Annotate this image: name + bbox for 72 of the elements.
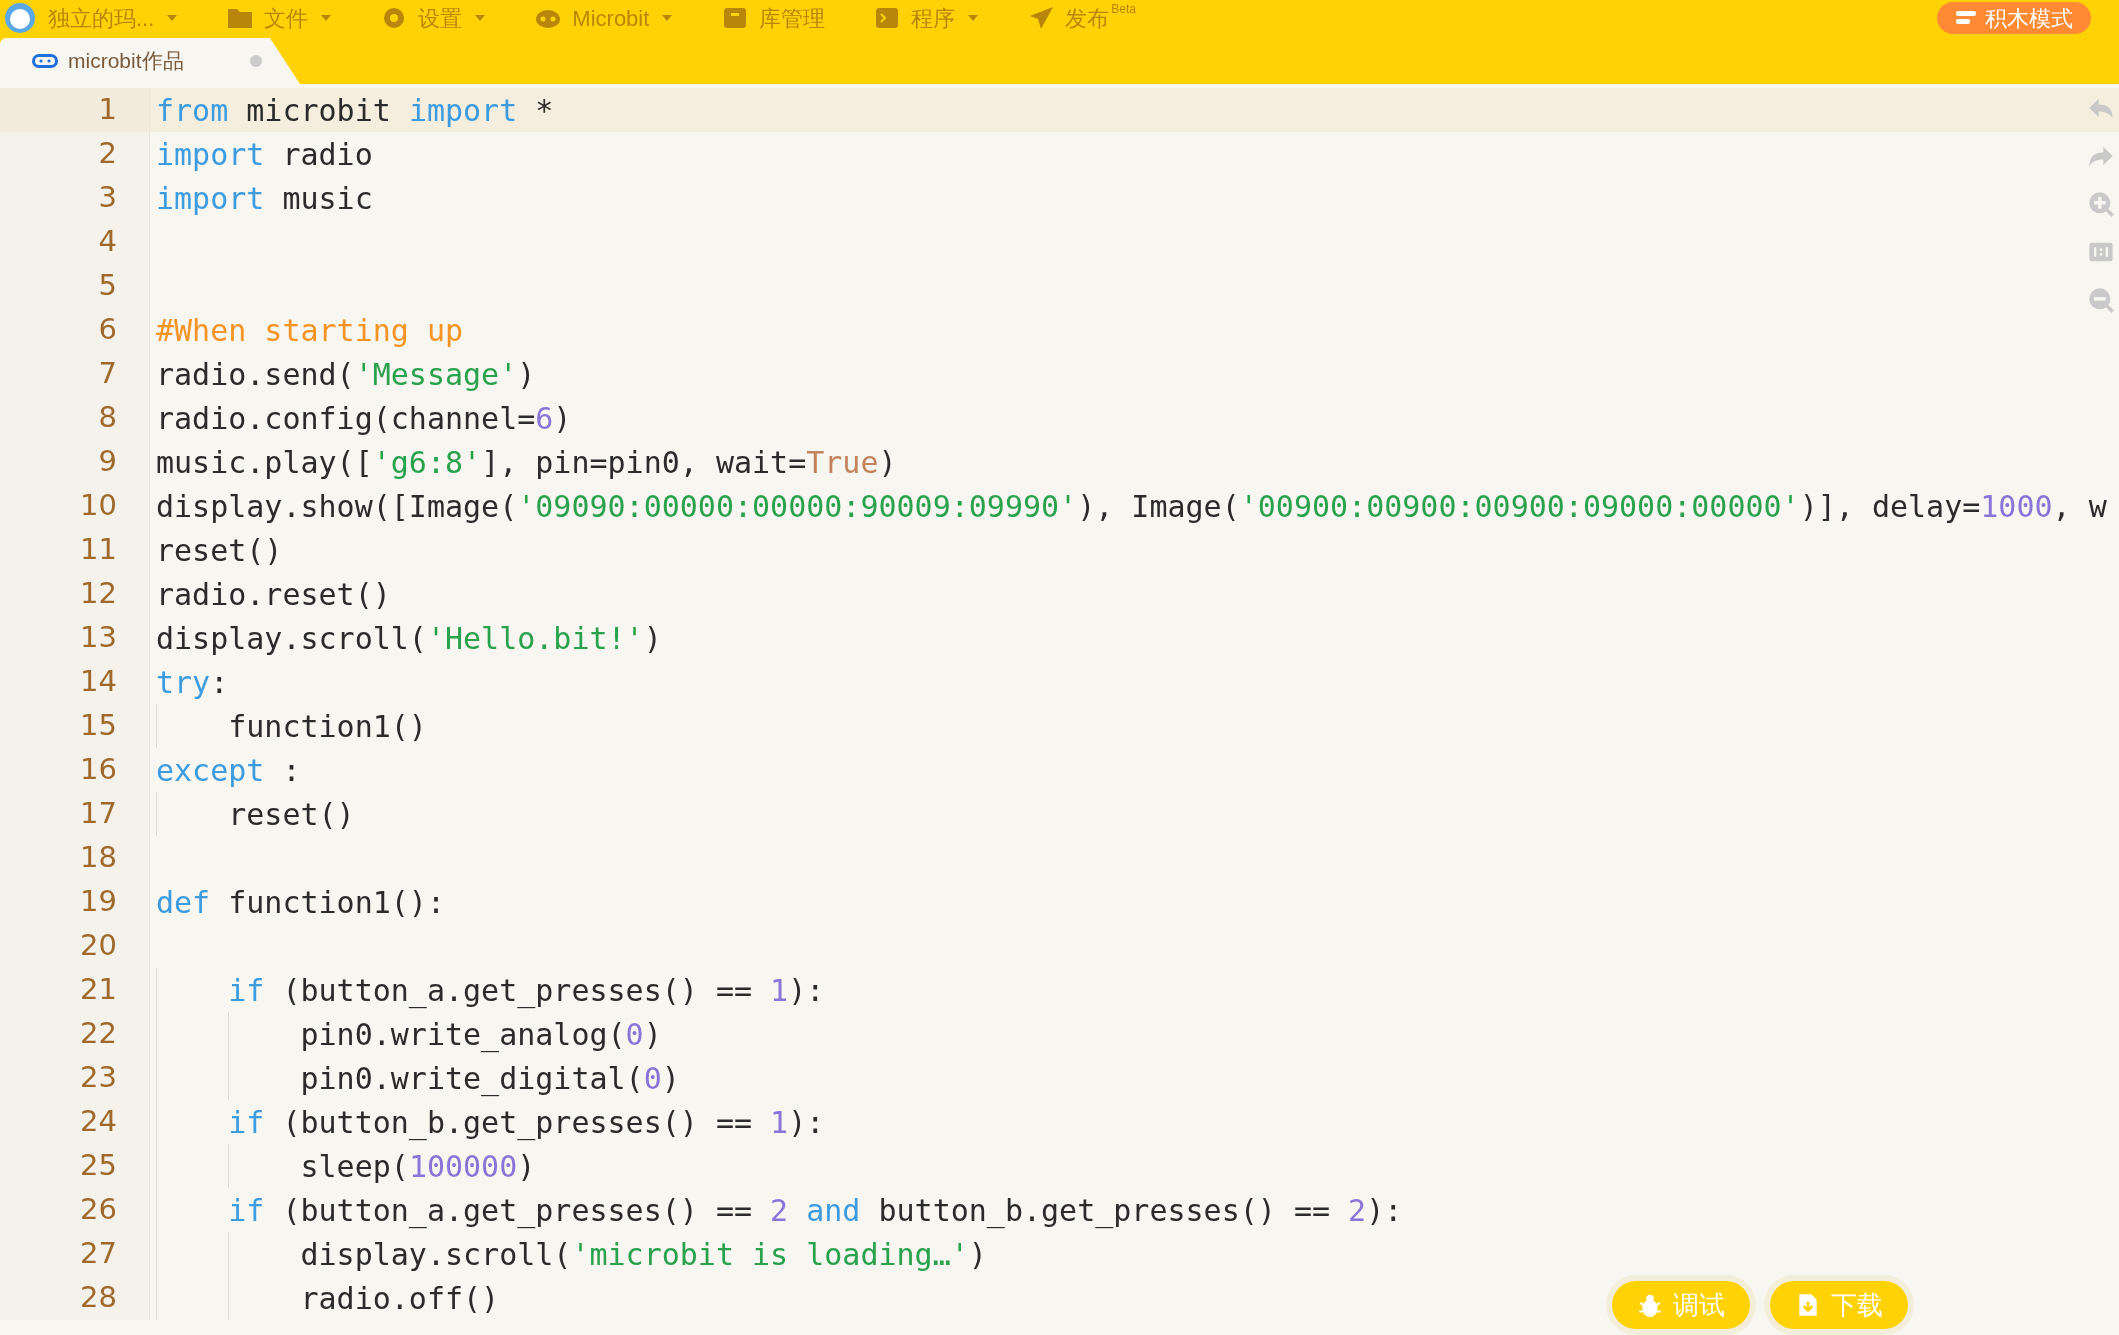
code-line: pin0.write_analog(0) xyxy=(299,1015,662,1055)
code-line: radio.reset() xyxy=(156,575,391,614)
line-number: 5 xyxy=(97,267,118,305)
code-line: try: xyxy=(156,663,229,702)
line-number: 17 xyxy=(79,795,118,833)
code-line: function1() xyxy=(227,707,427,746)
line-number: 9 xyxy=(97,443,118,481)
code-line: radio.off() xyxy=(299,1279,500,1318)
code-line: #When starting up xyxy=(156,311,464,350)
link-icon xyxy=(32,54,58,68)
mode-button[interactable]: 积木模式 xyxy=(1937,2,2091,34)
line-number: 13 xyxy=(79,619,118,657)
code-line: reset() xyxy=(156,531,283,570)
menu-item[interactable]: Microbit xyxy=(572,1,650,35)
line-number: 27 xyxy=(79,1235,118,1273)
line-number: 22 xyxy=(79,1015,118,1053)
line-number: 28 xyxy=(79,1279,118,1317)
line-number: 11 xyxy=(79,531,118,569)
editor-tab[interactable]: microbit作品 xyxy=(0,38,300,84)
zoom-out-icon[interactable] xyxy=(2087,286,2115,314)
line-number: 16 xyxy=(79,751,118,789)
line-number: 26 xyxy=(79,1191,118,1229)
code-line: radio.config(channel=6) xyxy=(156,399,572,438)
code-line: display.scroll('Hello.bit!') xyxy=(156,619,662,658)
code-line: def function1(): xyxy=(156,883,445,922)
code-line: if (button_a.get_presses() == 2 and button_b.get_presses() == 2): xyxy=(227,1191,1403,1231)
beta-label: Beta xyxy=(1111,1,1137,16)
menu-item[interactable]: 程序 xyxy=(911,1,956,35)
line-number: 12 xyxy=(79,575,118,613)
code-line: radio.send('Message') xyxy=(156,355,536,394)
avatar-icon[interactable] xyxy=(4,2,36,34)
menu-item[interactable]: 设置 xyxy=(418,1,463,35)
line-number: 23 xyxy=(79,1059,118,1097)
line-number: 25 xyxy=(79,1147,118,1185)
code-line: if (button_a.get_presses() == 1): xyxy=(227,971,825,1011)
code-line: display.scroll('microbit is loading…') xyxy=(299,1235,987,1274)
zoom-in-icon[interactable] xyxy=(2087,190,2115,218)
line-number: 18 xyxy=(79,839,118,877)
line-number: 6 xyxy=(97,311,118,349)
line-number: 7 xyxy=(97,355,118,393)
code-line: if (button_b.get_presses() == 1): xyxy=(227,1103,825,1143)
menu-item[interactable]: 发布 xyxy=(1065,1,1110,35)
line-number: 3 xyxy=(97,179,118,217)
code-line: sleep(100000) xyxy=(299,1147,536,1186)
caret-icon[interactable] xyxy=(474,14,487,22)
caret-icon[interactable] xyxy=(166,14,179,22)
line-number: 15 xyxy=(79,707,118,745)
line-number: 19 xyxy=(79,883,118,921)
line-number: 1 xyxy=(0,88,149,132)
caret-icon[interactable] xyxy=(967,14,980,22)
code-line: except : xyxy=(156,751,301,790)
line-number: 2 xyxy=(97,135,118,173)
blocks-icon xyxy=(1955,9,1977,27)
code-line: import music xyxy=(156,179,373,218)
menu-item[interactable]: 文件 xyxy=(264,1,309,35)
code-line: import radio xyxy=(156,135,373,174)
caret-icon[interactable] xyxy=(661,14,674,22)
line-number: 4 xyxy=(97,223,118,261)
code-line: music.play(['g6:8'], pin=pin0, wait=True) xyxy=(156,443,897,482)
code-line: reset() xyxy=(227,795,355,834)
code-line: display.show([Image('09090:00000:00000:90009:09990'), Image('00900:00900:00900:09000:00000')], delay=1000, w xyxy=(156,487,2107,526)
line-number: 14 xyxy=(79,663,118,701)
user-name[interactable]: 独立的玛... xyxy=(48,1,155,35)
line-number: 8 xyxy=(97,399,118,437)
caret-icon[interactable] xyxy=(320,14,333,22)
line-number: 10 xyxy=(79,487,118,525)
menu-item[interactable]: 库管理 xyxy=(759,1,826,35)
code-line: pin0.write_digital(0) xyxy=(299,1059,680,1099)
line-number: 20 xyxy=(79,927,118,965)
line-number: 21 xyxy=(79,971,118,1009)
code-line: from microbit import * xyxy=(156,91,554,130)
line-number: 24 xyxy=(79,1103,118,1141)
